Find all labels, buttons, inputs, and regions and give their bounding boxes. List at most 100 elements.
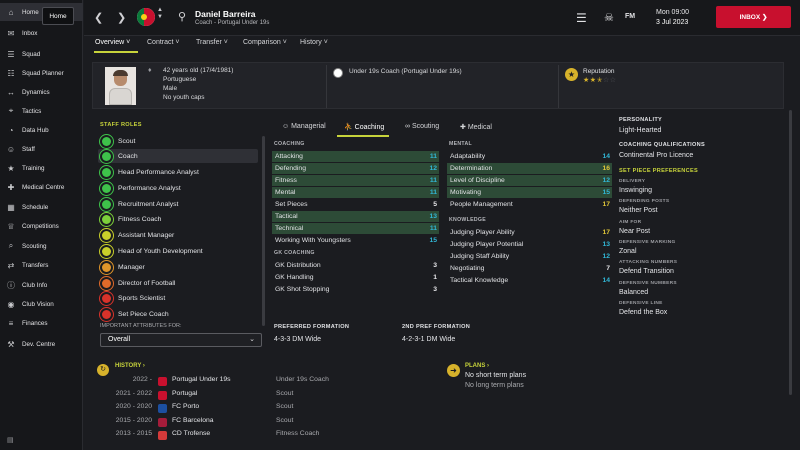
history-row[interactable]: 2015 - 2020 FC Barcelona Scout [92, 417, 432, 429]
forward-arrow-icon[interactable]: ❯ [117, 11, 126, 24]
person-name[interactable]: Daniel Barreira [195, 9, 255, 19]
sidebar-item-transfers[interactable]: ⇄ Transfers [0, 256, 83, 274]
history-years: 2020 - 2020 [115, 403, 152, 410]
fm-logo[interactable]: FM [625, 13, 635, 20]
attribute-row[interactable]: Mental 11 [272, 187, 439, 198]
history-club[interactable]: Portugal Under 19s [172, 376, 231, 383]
sidebar-item-squad-planner[interactable]: ☷ Squad Planner [0, 64, 83, 82]
back-arrow-icon[interactable]: ❮ [94, 11, 103, 24]
tab-medical[interactable]: ✚ Medical [460, 123, 492, 131]
role-label: Director of Football [118, 279, 176, 287]
portugal-badge-icon[interactable] [137, 8, 155, 26]
role-item-scout[interactable]: Scout [98, 134, 258, 148]
role-item-director-of-football[interactable]: Director of Football [98, 276, 258, 290]
sidebar-item-medical-centre[interactable]: ✚ Medical Centre [0, 178, 83, 196]
attribute-name: Fitness [275, 177, 297, 184]
role-item-recruitment-analyst[interactable]: Recruitment Analyst [98, 197, 258, 211]
tab-scouting[interactable]: ∞ Scouting [405, 123, 439, 130]
role-item-manager[interactable]: Manager [98, 260, 258, 274]
history-club[interactable]: FC Porto [172, 403, 199, 410]
attribute-row[interactable]: Motivating 15 [447, 187, 612, 198]
tab-contract[interactable]: Contract ˅ [147, 39, 180, 46]
attribute-row[interactable]: Judging Staff Ability 12 [447, 251, 612, 262]
sidebar-item-scouting[interactable]: ⌕ Scouting [0, 237, 83, 255]
attribute-row[interactable]: Set Pieces 5 [272, 199, 439, 210]
role-item-set-piece-coach[interactable]: Set Piece Coach [98, 307, 258, 321]
history-club[interactable]: FC Barcelona [172, 417, 214, 424]
attribute-row[interactable]: Adaptability 14 [447, 151, 612, 162]
important-attributes-select[interactable]: Overall ⌄ [100, 333, 262, 347]
inbox-button[interactable]: INBOX ❯ [716, 6, 791, 28]
history-club[interactable]: Portugal [172, 390, 197, 397]
set-piece-pref-label: DEFENDING POSTS [619, 199, 670, 205]
sidebar-item-schedule[interactable]: ▦ Schedule [0, 198, 83, 216]
attribute-row[interactable]: Working With Youngsters 15 [272, 235, 439, 246]
club-badge-icon [158, 377, 167, 386]
history-row[interactable]: 2013 - 2015 CD Trofense Fitness Coach [92, 430, 432, 442]
attribute-row[interactable]: GK Handling 1 [272, 272, 439, 283]
sidebar-item-squad[interactable]: ☰ Squad [0, 45, 83, 63]
history-row[interactable]: 2020 - 2020 FC Porto Scout [92, 403, 432, 415]
coaching-icon: ⛹ [344, 124, 355, 131]
sidebar-item-data-hub[interactable]: ◔ Data Hub [0, 121, 83, 139]
attribute-row[interactable]: People Management 17 [447, 199, 612, 210]
history-role: Fitness Coach [276, 430, 320, 437]
attribute-row[interactable]: Defending 12 [272, 163, 439, 174]
attribute-row[interactable]: Judging Player Potential 13 [447, 239, 612, 250]
attribute-row[interactable]: Determination 16 [447, 163, 612, 174]
menu-icon[interactable]: ☰ [576, 11, 587, 25]
attribute-name: Judging Player Potential [450, 241, 524, 248]
sidebar-item-dev-centre[interactable]: ⚒ Dev. Centre [0, 335, 83, 353]
job-title[interactable]: Under 19s Coach (Portugal Under 19s) [349, 68, 462, 75]
page-scrollbar[interactable] [789, 110, 792, 395]
club-badge-icon [158, 431, 167, 440]
history-title[interactable]: HISTORY › [115, 363, 145, 369]
tactics-icon: ⌖ [8, 106, 14, 115]
age-icon: ♦ [148, 67, 152, 74]
collapse-sidebar-icon[interactable]: ▤ [7, 436, 14, 444]
attribute-row[interactable]: Level of Discipline 12 [447, 175, 612, 186]
sidebar-item-training[interactable]: ★ Training [0, 159, 83, 177]
roles-scrollbar[interactable] [262, 136, 265, 326]
sidebar-item-competitions[interactable]: ♕ Competitions [0, 217, 83, 235]
history-club[interactable]: CD Trofense [172, 430, 210, 437]
role-item-fitness-coach[interactable]: Fitness Coach [98, 212, 258, 226]
person-photo [105, 67, 136, 105]
role-item-coach[interactable]: Coach [98, 149, 258, 163]
up-down-icon[interactable]: ▲ ▼ [157, 7, 163, 21]
attribute-row[interactable]: Attacking 11 [272, 151, 439, 162]
attribute-row[interactable]: Fitness 11 [272, 175, 439, 186]
tab-transfer[interactable]: Transfer ˅ [196, 39, 228, 46]
tab-comparison[interactable]: Comparison ˅ [243, 39, 287, 46]
sidebar-item-finances[interactable]: ≡ Finances [0, 314, 83, 332]
sidebar-item-staff[interactable]: ☺ Staff [0, 140, 83, 158]
role-item-head-performance-analyst[interactable]: Head Performance Analyst [98, 165, 258, 179]
search-icon[interactable]: ⚲ [178, 10, 186, 23]
history-row[interactable]: 2021 - 2022 Portugal Scout [92, 390, 432, 402]
sidebar-item-club-info[interactable]: ⓘ Club Info [0, 276, 83, 294]
tab-managerial[interactable]: ☺ Managerial [282, 123, 326, 130]
history-row[interactable]: 2022 - Portugal Under 19s Under 19s Coach [92, 376, 432, 388]
tab-history[interactable]: History ˅ [300, 39, 328, 46]
attribute-row[interactable]: Judging Player Ability 17 [447, 227, 612, 238]
attribute-row[interactable]: Tactical 13 [272, 211, 439, 222]
skull-icon[interactable]: ☠ [604, 11, 614, 24]
sidebar-item-inbox[interactable]: ✉ Inbox [0, 24, 83, 42]
sidebar-item-dynamics[interactable]: ↔ Dynamics [0, 83, 83, 101]
role-label: Fitness Coach [118, 215, 162, 223]
role-item-performance-analyst[interactable]: Performance Analyst [98, 181, 258, 195]
tab-overview[interactable]: Overview ˅ [95, 39, 130, 46]
attribute-row[interactable]: GK Distribution 3 [272, 260, 439, 271]
plans-title[interactable]: PLANS › [465, 363, 489, 369]
role-item-sports-scientist[interactable]: Sports Scientist [98, 291, 258, 305]
attribute-row[interactable]: Tactical Knowledge 14 [447, 275, 612, 286]
tab-label: Scouting [411, 123, 440, 130]
sidebar-item-club-vision[interactable]: ◉ Club Vision [0, 295, 83, 313]
attribute-row[interactable]: GK Shot Stopping 3 [272, 284, 439, 295]
attribute-row[interactable]: Technical 11 [272, 223, 439, 234]
sidebar-item-tactics[interactable]: ⌖ Tactics [0, 102, 83, 120]
attribute-row[interactable]: Negotiating 7 [447, 263, 612, 274]
tab-coaching[interactable]: ⛹ Coaching [344, 123, 384, 131]
role-item-assistant-manager[interactable]: Assistant Manager [98, 228, 258, 242]
role-item-head-of-youth-development[interactable]: Head of Youth Development [98, 244, 258, 258]
